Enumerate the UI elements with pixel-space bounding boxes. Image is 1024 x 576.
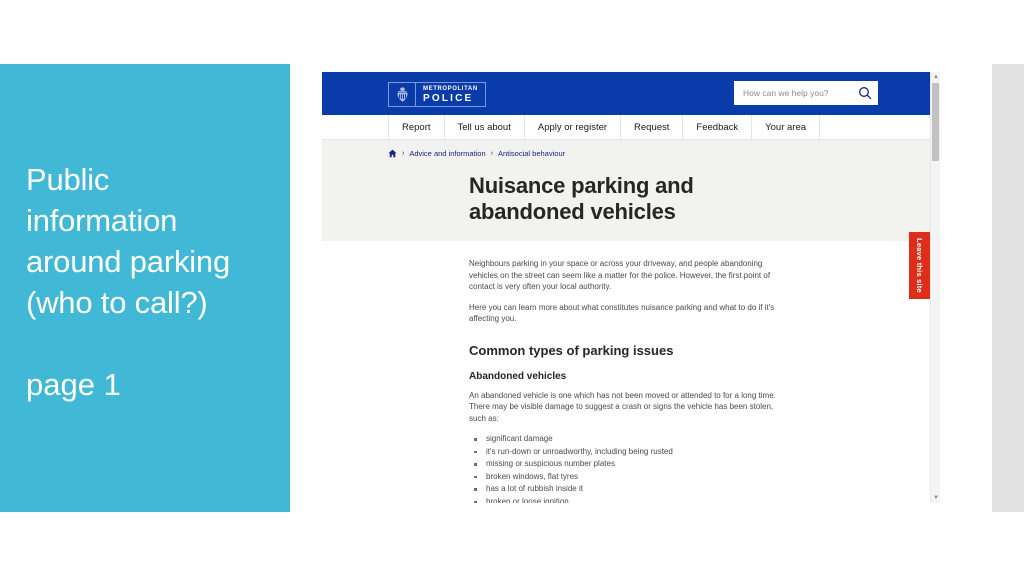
list-item: broken windows, flat tyres — [469, 471, 791, 483]
logo-wordmark: METROPOLITAN POLICE — [416, 83, 485, 106]
primary-navigation: Report Tell us about Apply or register R… — [322, 115, 940, 140]
section-heading-common-types: Common types of parking issues — [469, 342, 674, 358]
leave-this-site-button[interactable]: Leave this site — [909, 232, 930, 299]
breadcrumb-item-advice-and-information[interactable]: Advice and information — [409, 149, 485, 158]
list-item: significant damage — [469, 433, 791, 445]
logo-line-metropolitan: METROPOLITAN — [423, 86, 478, 92]
abandoned-vehicles-paragraph: An abandoned vehicle is one which has no… — [469, 390, 776, 423]
slide-title: Public information around parking (who t… — [26, 162, 231, 320]
nav-item-tell-us-about[interactable]: Tell us about — [445, 115, 525, 139]
nav-item-your-area[interactable]: Your area — [752, 115, 821, 139]
nav-item-request[interactable]: Request — [621, 115, 684, 139]
search-box[interactable] — [734, 81, 878, 105]
slide-canvas: Public information around parking (who t… — [0, 0, 1024, 576]
intro-paragraph-1: Neighbours parking in your space or acro… — [469, 259, 771, 291]
title-panel: Public information around parking (who t… — [0, 64, 290, 512]
site-masthead: METROPOLITAN POLICE — [322, 72, 940, 115]
article-body: Neighbours parking in your space or acro… — [322, 241, 940, 503]
vertical-scrollbar[interactable]: ▲ ▼ — [930, 72, 940, 503]
scrollbar-thumb[interactable] — [932, 83, 939, 161]
intro-paragraph-2: Here you can learn more about what const… — [469, 302, 775, 324]
list-item: has a lot of rubbish inside it — [469, 483, 791, 495]
hero-band: › Advice and information › Antisocial be… — [322, 140, 940, 241]
search-input[interactable] — [743, 88, 858, 98]
title-spacer — [26, 64, 264, 159]
right-edge-strip — [992, 64, 1024, 512]
embedded-browser-screenshot: METROPOLITAN POLICE Report Tell us about… — [322, 72, 940, 503]
breadcrumb-separator-2: › — [490, 150, 493, 157]
list-item: it's run-down or unroadworthy, including… — [469, 446, 791, 458]
breadcrumb-item-antisocial-behaviour[interactable]: Antisocial behaviour — [498, 149, 565, 158]
page-title: Nuisance parking and abandoned vehicles — [469, 172, 694, 224]
breadcrumb: › Advice and information › Antisocial be… — [388, 149, 940, 158]
nav-item-feedback[interactable]: Feedback — [683, 115, 753, 139]
logo-line-police: POLICE — [423, 93, 474, 104]
scroll-up-arrow-icon[interactable]: ▲ — [931, 72, 940, 82]
home-icon[interactable] — [388, 149, 397, 158]
abandoned-vehicle-signs-list: significant damage it's run-down or unro… — [469, 433, 791, 503]
slide-subtitle: page 1 — [26, 367, 121, 402]
scroll-down-arrow-icon[interactable]: ▼ — [931, 493, 940, 503]
police-crest-icon — [389, 83, 416, 106]
list-item: broken or loose ignition — [469, 496, 791, 503]
breadcrumb-separator-1: › — [402, 150, 405, 157]
metropolitan-police-logo[interactable]: METROPOLITAN POLICE — [388, 82, 486, 107]
subsection-heading-abandoned-vehicles: Abandoned vehicles — [469, 370, 567, 382]
list-item: missing or suspicious number plates — [469, 458, 791, 470]
leave-this-site-label: Leave this site — [915, 238, 925, 293]
search-icon[interactable] — [858, 86, 872, 100]
nav-item-report[interactable]: Report — [388, 115, 445, 139]
nav-item-apply-or-register[interactable]: Apply or register — [525, 115, 622, 139]
